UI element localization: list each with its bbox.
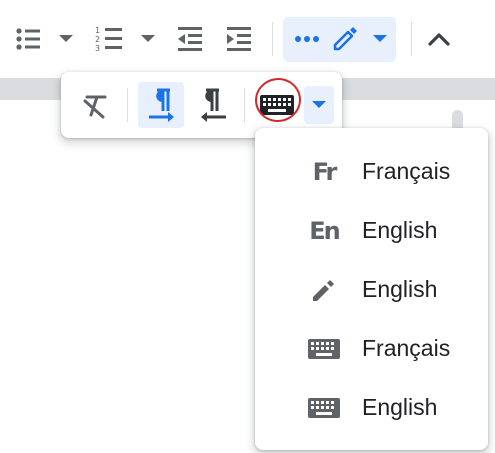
menu-item-label: English xyxy=(362,276,438,302)
menu-item-label: English xyxy=(362,394,438,420)
svg-text:1: 1 xyxy=(95,26,100,35)
menu-item-english-handwriting[interactable]: English xyxy=(255,260,488,319)
main-toolbar: 1 2 3 xyxy=(0,0,495,78)
numbered-list-dropdown-icon[interactable] xyxy=(136,28,160,50)
french-transliteration-icon: Fr xyxy=(312,157,338,186)
svg-text:3: 3 xyxy=(95,44,100,53)
right-to-left-text-icon[interactable] xyxy=(191,82,237,128)
keyboard-dropdown-icon[interactable] xyxy=(304,86,334,124)
svg-text:2: 2 xyxy=(95,35,100,44)
menu-item-english-transliteration[interactable]: En English xyxy=(255,201,488,260)
subtoolbar-divider xyxy=(244,88,245,122)
keyboard-icon xyxy=(307,393,341,423)
menu-item-label: Français xyxy=(362,158,451,184)
collapse-toolbar-icon[interactable] xyxy=(424,26,454,52)
menu-item-francais-keyboard[interactable]: Français xyxy=(255,319,488,378)
toolbar-divider xyxy=(272,22,273,56)
toolbar-divider xyxy=(411,22,412,56)
pencil-icon[interactable] xyxy=(329,23,361,55)
menu-item-label: Français xyxy=(362,335,451,361)
decrease-indent-icon[interactable] xyxy=(173,22,207,56)
clear-formatting-icon[interactable] xyxy=(76,88,114,124)
english-transliteration-icon: En xyxy=(309,216,341,245)
bulleted-list-icon[interactable] xyxy=(12,22,44,56)
menu-item-english-keyboard[interactable]: English xyxy=(255,378,488,437)
keyboard-icon xyxy=(307,334,341,364)
numbered-list-icon[interactable]: 1 2 3 xyxy=(92,22,126,56)
input-tools-dropdown-icon[interactable] xyxy=(369,29,391,49)
left-to-right-text-icon[interactable] xyxy=(138,82,184,128)
keyboard-icon[interactable] xyxy=(258,90,296,120)
more-options-icon[interactable] xyxy=(291,26,323,52)
menu-item-label: English xyxy=(362,217,438,243)
menu-item-francais-transliteration[interactable]: Fr Français xyxy=(255,142,488,201)
handwriting-pencil-icon xyxy=(307,275,341,305)
subtoolbar-divider xyxy=(127,88,128,122)
increase-indent-icon[interactable] xyxy=(222,22,256,56)
input-tools-menu: Fr Français En English English Français … xyxy=(255,128,488,450)
bulleted-list-dropdown-icon[interactable] xyxy=(54,28,78,50)
